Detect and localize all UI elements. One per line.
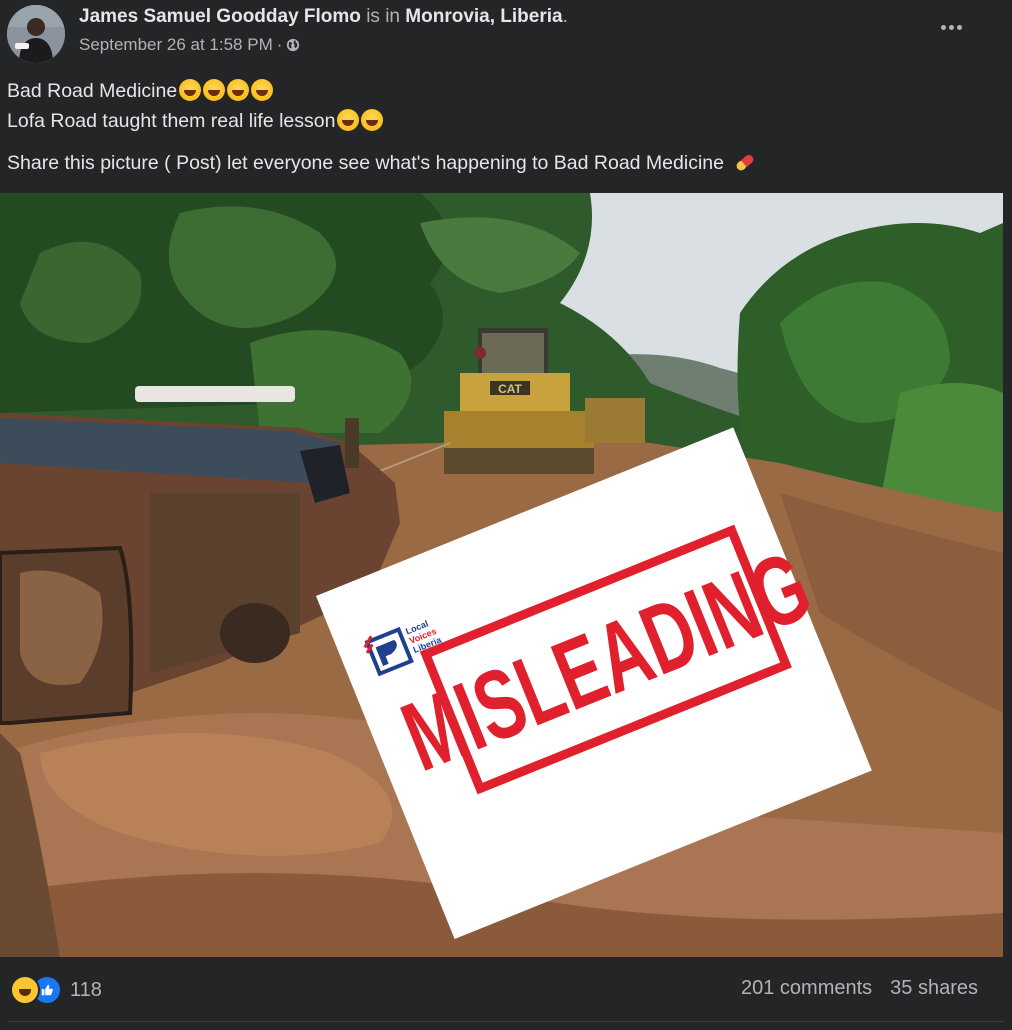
location-link[interactable]: Monrovia, Liberia xyxy=(405,6,562,27)
more-dots-icon xyxy=(940,24,946,30)
post-line-3: Share this picture ( Post) let everyone … xyxy=(7,148,997,178)
comments-count-link[interactable]: 201 comments xyxy=(741,977,872,1000)
post-text: Bad Road Medicine Lofa Road taught them … xyxy=(7,76,997,178)
muddy-road-scene: CAT MISLEADING Local Voices Liberia xyxy=(0,193,1003,957)
post-line-3-text: Share this picture ( Post) let everyone … xyxy=(7,152,724,174)
post-timestamp[interactable]: September 26 at 1:58 PM xyxy=(79,35,273,55)
bulldozer-brand-label: CAT xyxy=(498,382,522,396)
post-line-1-text: Bad Road Medicine xyxy=(7,80,178,102)
joy-emoji-icon xyxy=(203,79,226,101)
person-photo-icon xyxy=(7,5,65,63)
joy-emoji-icon xyxy=(337,109,360,131)
reaction-count: 118 xyxy=(70,978,102,1001)
author-name[interactable]: James Samuel Goodday Flomo xyxy=(79,6,361,27)
post-line-2-text: Lofa Road taught them real life lesson xyxy=(7,110,336,132)
joy-emoji-icon xyxy=(179,79,202,101)
joy-emoji-icon xyxy=(227,79,250,101)
post-header: James Samuel Goodday Flomo is in Monrovi… xyxy=(0,0,1012,64)
engagement-stats: 201 comments 35 shares xyxy=(741,977,978,1000)
post-line-1: Bad Road Medicine xyxy=(7,76,997,106)
footer-divider xyxy=(8,1021,1004,1022)
globe-icon[interactable] xyxy=(286,38,300,52)
is-in-text: is in xyxy=(366,6,400,27)
pill-emoji-icon xyxy=(736,154,754,171)
post-meta: September 26 at 1:58 PM · xyxy=(79,35,300,55)
thumbs-up-icon xyxy=(41,984,53,996)
meta-separator: · xyxy=(276,35,283,54)
reactions-summary[interactable]: 118 xyxy=(10,975,102,1005)
shares-count-link[interactable]: 35 shares xyxy=(890,977,978,1000)
post-line-2: Lofa Road taught them real life lesson xyxy=(7,106,997,136)
post-photo[interactable]: CAT MISLEADING Local Voices Liberia xyxy=(0,193,1003,957)
joy-emoji-icon xyxy=(251,79,274,101)
author-avatar[interactable] xyxy=(7,5,65,63)
haha-reaction-icon xyxy=(10,975,40,1005)
location-suffix: . xyxy=(562,6,568,27)
author-line: James Samuel Goodday Flomo is in Monrovi… xyxy=(79,6,568,28)
joy-emoji-icon xyxy=(361,109,384,131)
more-options-button[interactable] xyxy=(928,12,974,42)
post-footer: 118 201 comments 35 shares xyxy=(0,958,1012,1030)
